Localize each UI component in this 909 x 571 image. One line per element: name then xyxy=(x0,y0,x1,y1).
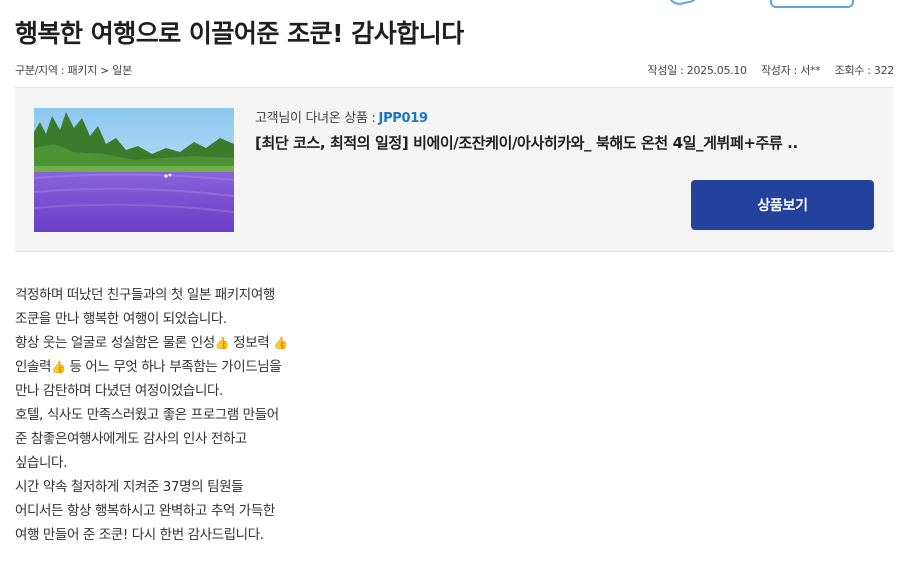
content-line: 만나 감탄하며 다녔던 여정이었습니다. xyxy=(15,383,223,399)
content-line: 어디서든 항상 행복하시고 완벽하고 추억 가득한 xyxy=(15,503,275,519)
content-line: 호텔, 식사도 만족스러웠고 좋은 프로그램 만들어 xyxy=(15,407,279,423)
content-line: 항상 웃는 얼굴로 성실함은 물론 인성👍 정보력 👍 xyxy=(15,331,615,355)
thumbs-up-icon: 👍 xyxy=(51,360,66,374)
product-card: 고객님이 다녀온 상품 : JPP019 [최단 코스, 최적의 일정] 비에이/… xyxy=(15,87,894,252)
content-line: 인솔력👍 등 어느 무엇 하나 부족함는 가이드님을 xyxy=(15,355,615,379)
content-line: 준 참좋은여행사에게도 감사의 인사 전하고 xyxy=(15,431,247,447)
product-image[interactable] xyxy=(34,108,234,232)
content-line: 싶습니다. xyxy=(15,455,67,471)
product-name-link[interactable]: [최단 코스, 최적의 일정] 비에이/조잔케이/아사히카와_ 북해도 온천 4… xyxy=(255,132,798,153)
lavender-field-photo xyxy=(34,108,234,232)
breadcrumb: 구분/지역 : 패키지 > 일본 xyxy=(15,64,132,77)
post-title: 행복한 여행으로 이끌어준 조쿤! 감사합니다 xyxy=(15,19,464,48)
content-line: 조쿤을 만나 행복한 여행이 되었습니다. xyxy=(15,311,227,327)
post-views: 조회수 : 322 xyxy=(834,64,895,77)
decorative-shape xyxy=(666,0,702,8)
content-text: 정보력 xyxy=(229,335,274,351)
content-text: 항상 웃는 얼굴로 성실함은 물론 인성 xyxy=(15,335,215,351)
post-date: 작성일 : 2025.05.10 xyxy=(647,64,748,77)
post-content: 걱정하며 떠났던 친구들과의 첫 일본 패키지여행조쿤을 만나 행복한 여행이 … xyxy=(15,283,615,547)
content-text: 등 어느 무엇 하나 부족함는 가이드님을 xyxy=(65,359,282,375)
content-line: 시간 약속 철저하게 지켜준 37명의 팀원들 xyxy=(15,479,244,495)
decorative-shape xyxy=(770,0,854,8)
thumbs-up-icon: 👍 xyxy=(214,336,230,350)
content-text: 인솔력 xyxy=(15,359,52,375)
post-author: 작성자 : 서** xyxy=(760,64,821,77)
view-product-button[interactable]: 상품보기 xyxy=(691,180,874,230)
visited-label: 고객님이 다녀온 상품 : xyxy=(255,111,376,126)
content-line: 여행 만들어 준 조쿤! 다시 한번 감사드립니다. xyxy=(15,527,264,543)
content-line: 걱정하며 떠났던 친구들과의 첫 일본 패키지여행 xyxy=(15,287,275,303)
product-code: JPP019 xyxy=(378,111,429,126)
visited-product-label: 고객님이 다녀온 상품 : JPP019 xyxy=(255,107,428,126)
post-meta: 구분/지역 : 패키지 > 일본 작성일 : 2025.05.10 작성자 : … xyxy=(15,62,894,78)
thumbs-up-icon: 👍 xyxy=(273,336,288,350)
post-info: 작성일 : 2025.05.10 작성자 : 서** 조회수 : 322 xyxy=(637,62,895,78)
